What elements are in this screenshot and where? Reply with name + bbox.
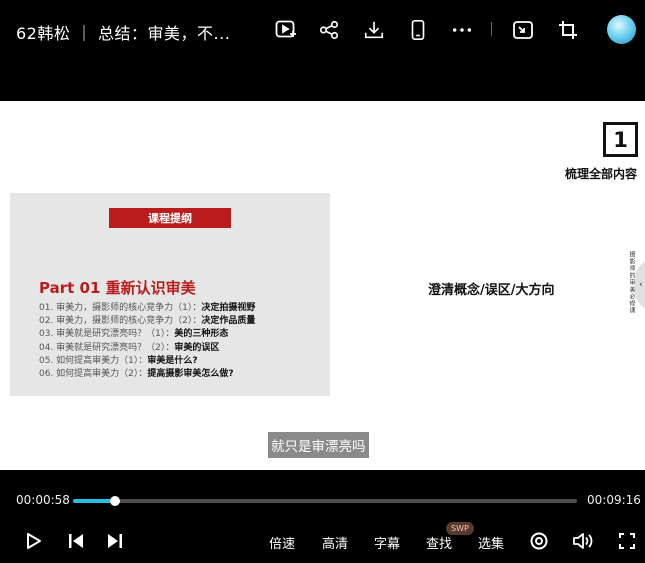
mini-window-icon[interactable] bbox=[510, 17, 536, 43]
outline-label: 梳理全部内容 bbox=[565, 167, 638, 181]
side-tab-handle[interactable]: ‹ bbox=[635, 259, 645, 311]
next-icon[interactable] bbox=[104, 530, 126, 552]
slide-center-text: 澄清概念/误区/大方向 bbox=[428, 283, 555, 298]
list-item: 04. 审美就是研究漂亮吗？（2）：审美的误区 bbox=[39, 342, 220, 353]
side-course-tab[interactable]: 摄影师的审美必修课 ‹ bbox=[620, 251, 645, 333]
top-bar: 62韩松 ｜ 总结：审美，不... bbox=[0, 0, 645, 100]
volume-icon[interactable] bbox=[572, 530, 594, 552]
video-frame[interactable]: 1 梳理全部内容 课程提纲 Part 01 重新认识审美 01. 审美力，摄影师… bbox=[0, 101, 645, 470]
caption-button[interactable]: 字幕 bbox=[374, 533, 400, 552]
chevron-left-icon: ‹ bbox=[639, 280, 643, 290]
avatar[interactable] bbox=[607, 15, 636, 44]
share-icon[interactable] bbox=[316, 17, 342, 43]
list-item: 01. 审美力，摄影师的核心竞争力（1）：决定拍摄视野 bbox=[39, 303, 256, 313]
quality-button[interactable]: 高清 bbox=[322, 533, 348, 552]
caption-text: 就只是审漂亮吗 bbox=[268, 432, 369, 458]
part-title: Part 01 重新认识审美 bbox=[39, 279, 196, 297]
video-title: 62韩松 ｜ 总结：审美，不... bbox=[16, 24, 231, 43]
progress-bar[interactable] bbox=[73, 496, 577, 506]
list-item: 02. 审美力，摄影师的核心竞争力（2）：决定作品质量 bbox=[39, 316, 256, 327]
progress-fill bbox=[73, 499, 115, 503]
progress-thumb[interactable] bbox=[109, 496, 120, 506]
previous-icon[interactable] bbox=[65, 530, 87, 552]
mobile-icon[interactable] bbox=[405, 17, 431, 43]
episodes-button[interactable]: 选集 bbox=[478, 533, 504, 552]
player-controls: 00:00:58 00:09:16 倍速 高清 字幕 SWP 查找 选集 bbox=[0, 470, 645, 563]
current-time: 00:00:58 bbox=[16, 493, 70, 507]
play-icon[interactable] bbox=[22, 530, 44, 552]
crop-icon[interactable] bbox=[555, 17, 581, 43]
download-icon[interactable] bbox=[361, 17, 387, 43]
list-item: 05. 如何提高审美力（1）：审美是什么? bbox=[39, 355, 198, 366]
total-time: 00:09:16 bbox=[587, 493, 641, 507]
fullscreen-icon[interactable] bbox=[616, 530, 638, 552]
slide-number: 1 bbox=[603, 122, 638, 157]
toolbar-divider bbox=[491, 22, 492, 36]
outline-list: 01. 审美力，摄影师的核心竞争力（1）：决定拍摄视野 02. 审美力，摄影师的… bbox=[39, 302, 255, 381]
course-outline-panel: 课程提纲 Part 01 重新认识审美 01. 审美力，摄影师的核心竞争力（1）… bbox=[10, 193, 330, 396]
search-button[interactable]: 查找 bbox=[426, 533, 452, 552]
outline-banner: 课程提纲 bbox=[109, 208, 231, 228]
list-item: 06. 如何提高审美力（2）：提高摄影审美怎么做? bbox=[39, 369, 234, 380]
speed-button[interactable]: 倍速 bbox=[269, 533, 295, 552]
picture-in-picture-icon[interactable] bbox=[273, 17, 299, 43]
danmaku-icon[interactable] bbox=[528, 530, 550, 552]
more-icon[interactable] bbox=[449, 17, 475, 43]
list-item: 03. 审美就是研究漂亮吗？（1）：美的三种形态 bbox=[39, 329, 229, 340]
